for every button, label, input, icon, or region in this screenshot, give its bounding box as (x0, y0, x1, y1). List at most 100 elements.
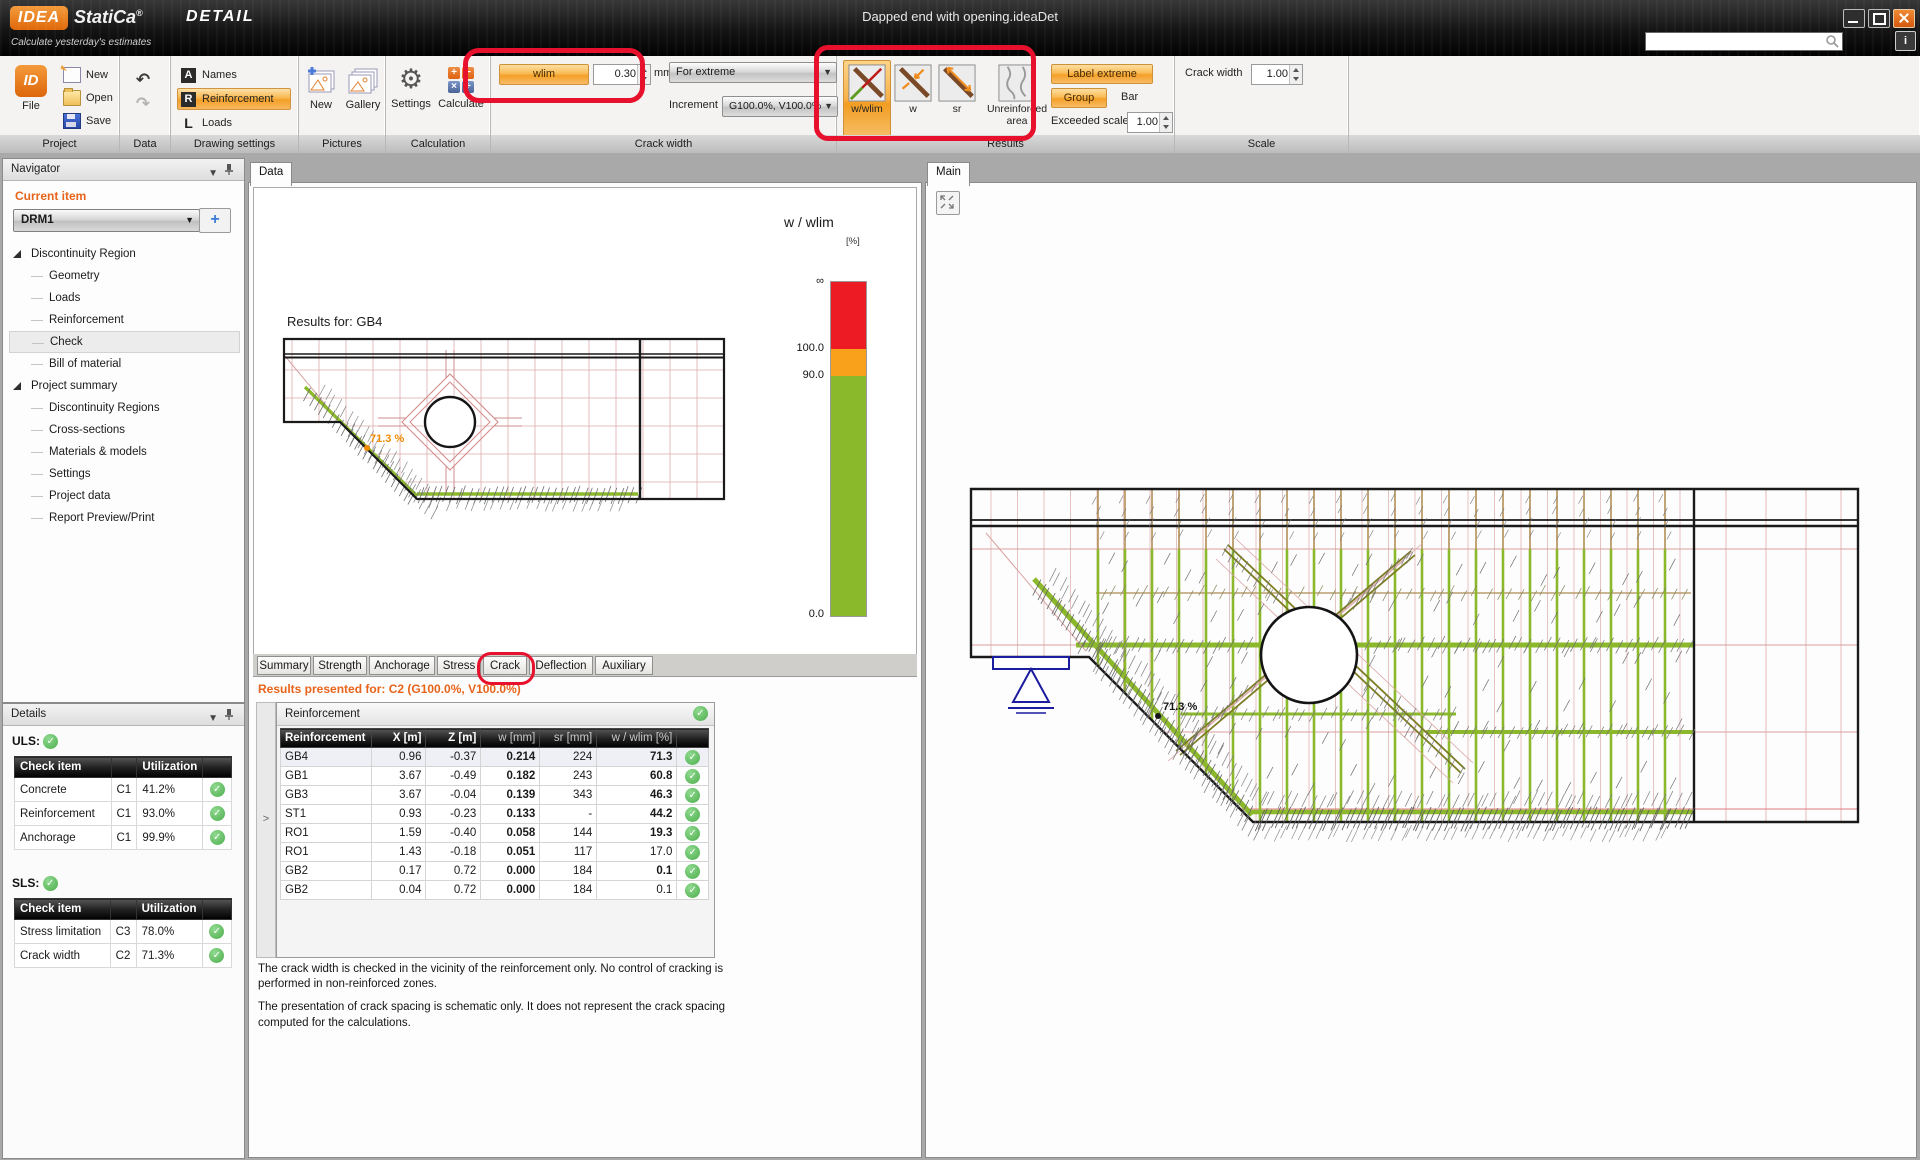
table-row[interactable]: GB13.67-0.490.18224360.8 (281, 767, 709, 786)
navigator-tree: Discontinuity Region Geometry Loads Rein… (9, 243, 240, 529)
pin-icon[interactable] (224, 163, 234, 176)
minimize-button[interactable] (1843, 9, 1865, 28)
label-extreme-toggle[interactable]: Label extreme (1051, 64, 1153, 84)
wlim-toggle[interactable]: wlim (499, 64, 589, 85)
result-sr-button[interactable]: sr (935, 60, 979, 140)
group-label-drawing-settings: Drawing settings (171, 135, 298, 153)
spinner-arrows-icon[interactable] (637, 65, 650, 84)
tab-auxiliary[interactable]: Auxiliary (595, 656, 653, 675)
maximize-button[interactable] (1868, 9, 1890, 28)
tree-item-report-preview-print[interactable]: Report Preview/Print (9, 507, 240, 529)
names-icon: A (181, 68, 196, 83)
tab-summary[interactable]: Summary (257, 656, 311, 675)
picture-new-button[interactable]: New (301, 62, 341, 130)
main-drawing[interactable]: 71.3 % (926, 183, 1914, 1155)
tree-item-project-data[interactable]: Project data (9, 485, 240, 507)
group-label-scale: Scale (1175, 135, 1348, 153)
table-row[interactable]: ST10.93-0.230.133-44.2 (281, 805, 709, 824)
tree-item-check[interactable]: Check (9, 331, 240, 353)
undo-button[interactable]: ↶ (130, 68, 156, 92)
tree-item-settings[interactable]: Settings (9, 463, 240, 485)
table-row[interactable]: GB20.170.720.0001840.1 (281, 862, 709, 881)
chevron-down-icon[interactable]: ▼ (208, 163, 218, 184)
calculate-button[interactable]: +−×÷ Calculate (436, 62, 486, 130)
tree-item-reinforcement[interactable]: Reinforcement (9, 309, 240, 331)
spinner-arrows-icon[interactable] (1289, 65, 1302, 84)
gallery-button[interactable]: Gallery (343, 62, 383, 130)
reinforcement-table: Reinforcement X [m] Z [m] w [mm] sr [mm]… (280, 728, 709, 900)
table-row[interactable]: RO11.43-0.180.05111717.0 (281, 843, 709, 862)
reinforcement-toggle[interactable]: RReinforcement (177, 88, 291, 110)
scale-crack-width-spinner[interactable]: 1.00 (1251, 64, 1303, 85)
spinner-arrows-icon[interactable] (1159, 113, 1172, 132)
group-label-results: Results (837, 135, 1174, 153)
close-button[interactable] (1893, 9, 1915, 28)
tab-data[interactable]: Data (250, 162, 292, 186)
expand-view-button[interactable] (936, 191, 960, 215)
group-toggle[interactable]: Group (1051, 88, 1107, 108)
tab-anchorage[interactable]: Anchorage (369, 656, 435, 675)
legend-tick: ∞ (750, 275, 824, 287)
info-button[interactable]: i (1895, 31, 1916, 51)
tab-crack[interactable]: Crack (483, 656, 527, 675)
tab-main[interactable]: Main (927, 162, 970, 186)
unreinforced-area-icon (998, 64, 1036, 102)
table-row[interactable]: GB33.67-0.040.13934346.3 (281, 786, 709, 805)
settings-button[interactable]: ⚙ Settings (386, 62, 436, 130)
new-button[interactable]: New (58, 64, 118, 85)
uls-table: Check itemUtilization ConcreteC141.2% Re… (14, 756, 232, 850)
table-row[interactable]: RO11.59-0.400.05814419.3 (281, 824, 709, 843)
tree-item-geometry[interactable]: Geometry (9, 265, 240, 287)
search-input[interactable] (1648, 34, 1824, 49)
minimize-icon (1848, 21, 1858, 23)
loads-toggle[interactable]: LLoads (177, 112, 291, 134)
tab-strength[interactable]: Strength (313, 656, 367, 675)
legend-tick: 100.0 (750, 342, 824, 354)
tree-item-discontinuity-regions[interactable]: Discontinuity Regions (9, 397, 240, 419)
extreme-dropdown[interactable]: For extreme▼ (669, 62, 837, 83)
tree-item-loads[interactable]: Loads (9, 287, 240, 309)
tagline: Calculate yesterday's estimates (11, 37, 151, 48)
check-icon (685, 883, 700, 898)
tree-item-bill-of-material[interactable]: Bill of material (9, 353, 240, 375)
expander-icon[interactable] (13, 250, 21, 258)
search-icon (1825, 34, 1840, 49)
expander-icon[interactable] (13, 382, 21, 390)
open-button[interactable]: Open (58, 87, 118, 108)
tree-section-discontinuity-region[interactable]: Discontinuity Region (9, 243, 240, 265)
sls-label: SLS: (12, 876, 58, 891)
chevron-down-icon[interactable]: ▼ (208, 708, 218, 729)
tab-stress[interactable]: Stress (437, 656, 481, 675)
table-expander[interactable]: > (256, 702, 276, 958)
names-toggle[interactable]: ANames (177, 64, 291, 86)
table-row[interactable]: GB20.040.720.0001840.1 (281, 881, 709, 900)
increment-dropdown[interactable]: G100.0%, V100.0%▼ (722, 96, 838, 117)
calculate-icon: +−×÷ (448, 67, 474, 93)
tree-section-project-summary[interactable]: Project summary (9, 375, 240, 397)
result-unreinforced-button[interactable]: Unreinforced area (985, 60, 1049, 140)
table-row[interactable]: GB40.96-0.370.21422471.3 (281, 748, 709, 767)
redo-button[interactable]: ↷ (130, 92, 156, 116)
wlim-value-spinner[interactable]: 0.30 (593, 64, 651, 85)
save-button[interactable]: Save (58, 110, 118, 131)
application-window: IDEA StatiCa® DETAIL Calculate yesterday… (0, 0, 1920, 1160)
ribbon-group-calculation: ⚙ Settings +−×÷ Calculate Calculation (386, 56, 491, 153)
ribbon-group-data: ↶ ↷ Data (120, 56, 171, 153)
check-icon (685, 864, 700, 879)
ribbon-group-pictures: New Gallery Pictures (299, 56, 386, 153)
result-w-button[interactable]: w (891, 60, 935, 140)
file-button[interactable]: ID File (8, 62, 54, 132)
tree-item-materials-models[interactable]: Materials & models (9, 441, 240, 463)
add-item-button[interactable]: + (199, 208, 231, 233)
search-box[interactable] (1645, 32, 1843, 51)
pin-icon[interactable] (224, 708, 234, 721)
exceeded-scale-spinner[interactable]: 1.00 (1127, 112, 1173, 133)
current-item-dropdown[interactable]: DRM1▼ (13, 209, 200, 232)
data-drawing-area[interactable]: Results for: GB4 71.3 % w / wlim [%] ∞ 1… (253, 187, 917, 655)
table-row: Stress limitationC378.0% (15, 920, 232, 944)
sr-icon (938, 64, 976, 102)
group-label-project: Project (0, 135, 119, 153)
tree-item-cross-sections[interactable]: Cross-sections (9, 419, 240, 441)
result-w-wlim-button[interactable]: w/wlim (843, 60, 891, 140)
tab-deflection[interactable]: Deflection (529, 656, 593, 675)
